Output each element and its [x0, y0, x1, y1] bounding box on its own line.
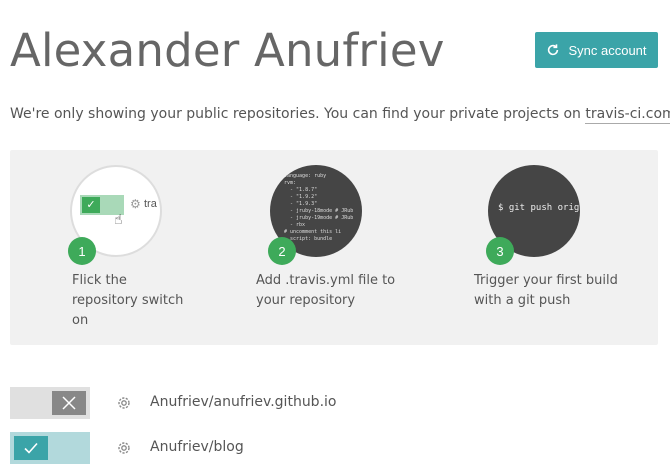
repository-name[interactable]: Anufriev/blog — [150, 439, 244, 455]
notice-text: We're only showing your public repositor… — [10, 106, 586, 122]
repository-row: Anufriev/anufriev.github.io — [10, 387, 658, 419]
sync-account-button[interactable]: Sync account — [535, 32, 658, 68]
step-number-badge: 1 — [68, 237, 96, 265]
onboarding-step-2: language: ruby rvm: - "1.8.7" - "1.9.2" … — [256, 165, 395, 308]
repository-name[interactable]: Anufriev/anufriev.github.io — [150, 394, 336, 410]
mini-repo-text: tra — [144, 198, 157, 210]
repository-switch[interactable] — [10, 432, 90, 464]
travis-ci-com-link[interactable]: travis-ci.com — [585, 106, 670, 124]
step-3-text: Trigger your first build with a git push — [474, 273, 618, 308]
gear-icon[interactable] — [116, 440, 132, 456]
page-title: Alexander Anufriev — [10, 24, 445, 77]
close-icon — [52, 391, 86, 415]
repository-row: Anufriev/blog — [10, 432, 658, 464]
sync-account-label: Sync account — [568, 42, 647, 58]
repository-switch[interactable] — [10, 387, 90, 419]
sync-icon — [548, 44, 559, 56]
step-number-badge: 3 — [486, 237, 514, 265]
onboarding-step-1: ✓ ⚙ tra ☝ 1 Flick the repository switch … — [68, 165, 183, 328]
step-number-badge: 2 — [268, 237, 296, 265]
git-push-command: $ git push origin — [498, 203, 580, 213]
hand-pointer-icon: ☝ — [114, 211, 123, 227]
gear-icon[interactable] — [116, 395, 132, 411]
public-repos-notice: We're only showing your public repositor… — [10, 106, 670, 124]
step-2-text: Add .travis.yml file to your repository — [256, 273, 396, 308]
mini-gear-icon: ⚙ — [130, 197, 141, 211]
onboarding-panel: ✓ ⚙ tra ☝ 1 Flick the repository switch … — [10, 150, 658, 345]
travis-yml-code: language: ruby rvm: - "1.8.7" - "1.9.2" … — [284, 173, 354, 242]
step-1-text: Flick the repository switch on — [72, 273, 184, 328]
checkmark-icon — [14, 436, 48, 460]
onboarding-step-3: $ git push origin 3 Trigger your first b… — [474, 165, 618, 308]
